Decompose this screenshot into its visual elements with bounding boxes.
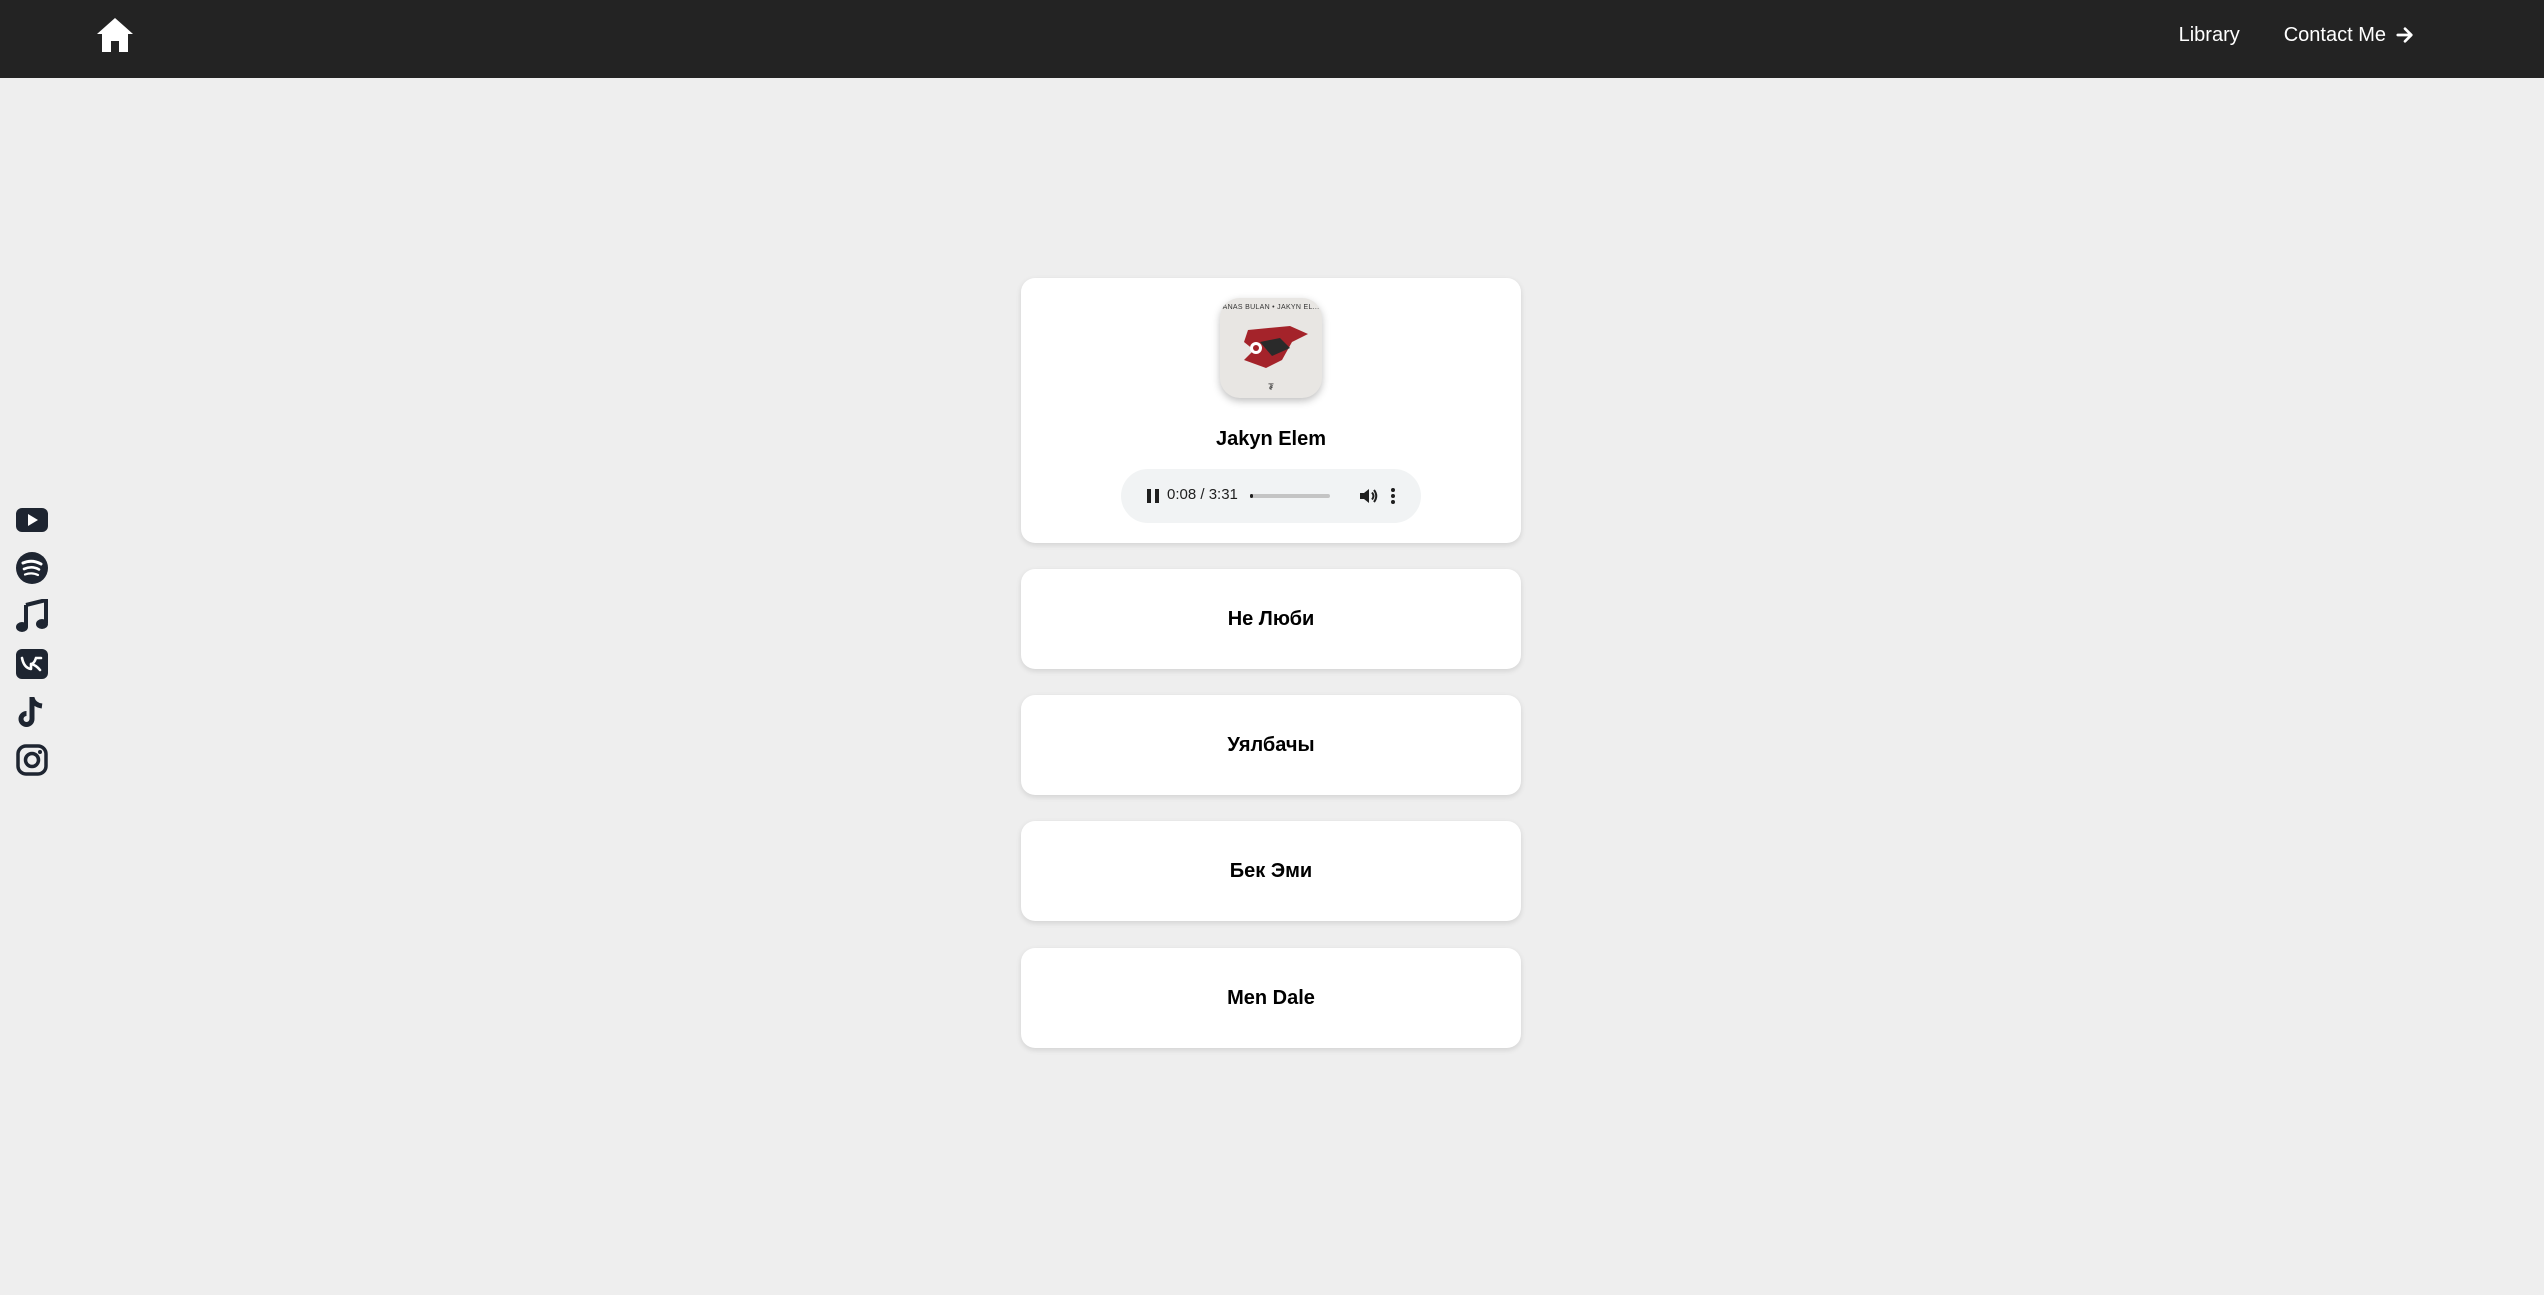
navbar: Library Contact Me	[0, 0, 2544, 78]
volume-icon	[1360, 489, 1378, 503]
music-note-icon[interactable]	[15, 597, 49, 633]
song-card[interactable]: Уялбачы	[1021, 695, 1521, 795]
pause-button[interactable]	[1143, 486, 1163, 506]
now-playing-card: ANAS BULAN • JAKYN EL... ₮ Jakyn Elem 0:…	[1021, 278, 1521, 543]
more-vertical-icon	[1391, 488, 1395, 504]
song-title: Men Dale	[1227, 986, 1315, 1009]
audio-player[interactable]: 0:08 / 3:31	[1121, 469, 1421, 523]
track-title: Jakyn Elem	[1215, 428, 1327, 450]
song-card[interactable]: Men Dale	[1021, 948, 1521, 1048]
more-options-button[interactable]	[1387, 485, 1399, 507]
nav-links: Library Contact Me	[2179, 0, 2414, 70]
progress-fill	[1250, 494, 1254, 498]
song-title: Уялбачы	[1227, 733, 1315, 756]
song-card[interactable]: Не Люби	[1021, 569, 1521, 669]
song-title: Бек Эми	[1229, 859, 1313, 882]
pause-icon	[1147, 489, 1159, 503]
album-cover-mark: ₮	[1268, 382, 1274, 392]
youtube-icon[interactable]	[15, 503, 49, 537]
song-card[interactable]: Бек Эми	[1021, 821, 1521, 921]
tiktok-icon[interactable]	[15, 695, 49, 729]
social-bar	[15, 503, 49, 777]
volume-button[interactable]	[1357, 485, 1379, 507]
song-title: Не Люби	[1227, 607, 1315, 630]
instagram-icon[interactable]	[15, 743, 49, 777]
nav-link-label: Library	[2178, 23, 2240, 46]
nav-link-contact[interactable]: Contact Me	[2284, 24, 2414, 47]
nav-link-label: Contact Me	[2283, 23, 2386, 46]
home-icon[interactable]	[95, 16, 135, 54]
progress-bar[interactable]	[1250, 494, 1330, 498]
spotify-icon[interactable]	[15, 551, 49, 585]
time-display: 0:08 / 3:31	[1167, 486, 1238, 503]
album-cover: ANAS BULAN • JAKYN EL... ₮	[1220, 298, 1322, 398]
vk-icon[interactable]	[15, 647, 49, 681]
arrow-right-icon	[2396, 27, 2413, 43]
nav-link-library[interactable]: Library	[2179, 24, 2240, 47]
